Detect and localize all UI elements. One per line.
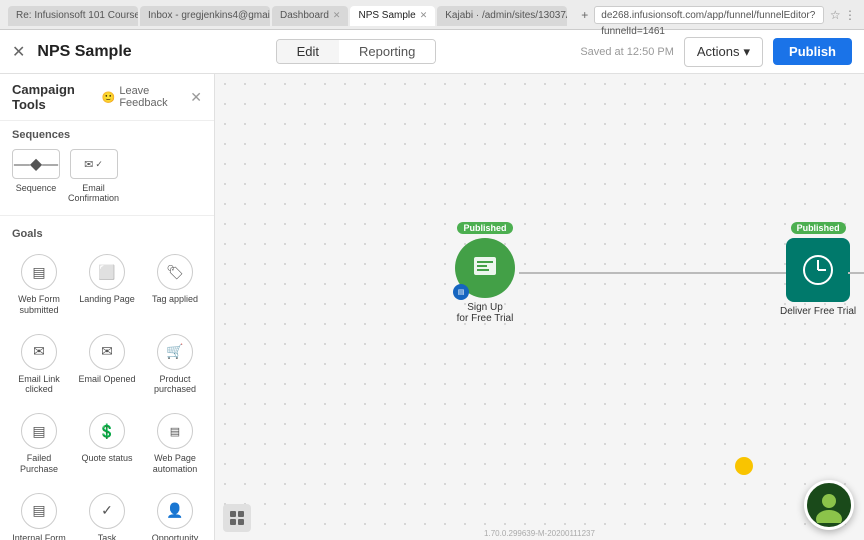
sequence-icon: —◆— bbox=[12, 149, 60, 179]
sidebar-item-task-completed[interactable]: ✓ Task completed bbox=[74, 485, 140, 540]
deliver-circle bbox=[786, 238, 850, 302]
sign-up-badge: Published bbox=[457, 222, 512, 234]
opportunity-stage-icon: 👤 bbox=[157, 493, 193, 529]
app-title: NPS Sample bbox=[37, 43, 131, 61]
product-purchased-label: Product purchased bbox=[146, 374, 204, 396]
sidebar-item-landing-page[interactable]: ⬜ Landing Page bbox=[74, 246, 140, 324]
flow-node-sign-up[interactable]: Published ▤ Sign Upfor Free Trial bbox=[455, 222, 515, 324]
tag-applied-label: Tag applied bbox=[152, 294, 198, 305]
browser-tab-1[interactable]: Re: Infusionsoft 101 Course A... ✕ bbox=[8, 6, 138, 26]
task-completed-icon: ✓ bbox=[89, 493, 125, 529]
canvas-mini-icon[interactable] bbox=[223, 504, 251, 532]
tag-applied-icon: 🏷 bbox=[157, 254, 193, 290]
edit-reporting-tabs: Edit Reporting bbox=[276, 39, 437, 64]
failed-purchase-icon: ▤ bbox=[21, 413, 57, 449]
sidebar-item-quote-status[interactable]: 💲 Quote status bbox=[74, 405, 140, 483]
product-purchased-icon: 🛒 bbox=[157, 334, 193, 370]
landing-page-icon: ⬜ bbox=[89, 254, 125, 290]
email-confirmation-label: EmailConfirmation bbox=[68, 183, 119, 203]
browser-bar: Re: Infusionsoft 101 Course A... ✕ Inbox… bbox=[0, 0, 864, 30]
sidebar-header-left: Campaign Tools bbox=[12, 82, 102, 112]
sign-up-circle: ▤ bbox=[455, 238, 515, 298]
sign-up-sub-icon: ▤ bbox=[453, 284, 469, 300]
browser-tab-4[interactable]: NPS Sample ✕ bbox=[350, 6, 435, 26]
sidebar: Campaign Tools 🙂 Leave Feedback ✕ Sequen… bbox=[0, 74, 215, 540]
header-center: Edit Reporting bbox=[144, 39, 569, 64]
tab-reporting[interactable]: Reporting bbox=[339, 40, 435, 63]
header-right: Saved at 12:50 PM Actions ▾ Publish bbox=[580, 37, 852, 67]
landing-page-label: Landing Page bbox=[79, 294, 135, 305]
sidebar-item-web-page-automation[interactable]: ▤ Web Page automation bbox=[142, 405, 208, 483]
actions-button[interactable]: Actions ▾ bbox=[684, 37, 763, 67]
flow-node-deliver[interactable]: Published Deliver Free Trial bbox=[780, 222, 856, 317]
yellow-indicator-dot[interactable] bbox=[735, 457, 753, 475]
sidebar-item-email-link-clicked[interactable]: ✉ Email Link clicked bbox=[6, 326, 72, 404]
publish-button[interactable]: Publish bbox=[773, 38, 852, 65]
sidebar-item-email-opened[interactable]: ✉ Email Opened bbox=[74, 326, 140, 404]
internal-form-icon: ▤ bbox=[21, 493, 57, 529]
green-avatar[interactable] bbox=[804, 480, 854, 530]
smiley-icon: 🙂 bbox=[102, 91, 116, 104]
email-link-icon: ✉ bbox=[21, 334, 57, 370]
sidebar-item-web-form-submitted[interactable]: ▤ Web Form submitted bbox=[6, 246, 72, 324]
canvas: Published ▤ Sign Upfor Free Trial ▶ Publ… bbox=[215, 74, 864, 540]
web-form-icon: ▤ bbox=[21, 254, 57, 290]
email-confirmation-icon: ✉✓ bbox=[70, 149, 118, 179]
browser-tab-2[interactable]: Inbox - gregjenkins4@gmail.c... ✕ bbox=[140, 6, 270, 26]
sequences-section-label: Sequences bbox=[0, 121, 214, 145]
browser-tab-3[interactable]: Dashboard ✕ bbox=[272, 6, 348, 26]
internal-form-label: Internal Form submitted bbox=[10, 533, 68, 540]
sidebar-item-opportunity-stage-moved[interactable]: 👤 Opportunity Stage moved bbox=[142, 485, 208, 540]
goals-section-label: Goals bbox=[0, 220, 214, 244]
main-content: Campaign Tools 🙂 Leave Feedback ✕ Sequen… bbox=[0, 74, 864, 540]
app-header: ✕ NPS Sample Edit Reporting Saved at 12:… bbox=[0, 30, 864, 74]
version-text: 1.70.0.299639-M-20200111237 bbox=[484, 529, 595, 538]
deliver-badge: Published bbox=[791, 222, 846, 234]
sidebar-header: Campaign Tools 🙂 Leave Feedback ✕ bbox=[0, 74, 214, 121]
chevron-down-icon: ▾ bbox=[744, 44, 751, 60]
quote-status-icon: 💲 bbox=[89, 413, 125, 449]
tab-edit[interactable]: Edit bbox=[277, 40, 339, 63]
sidebar-item-failed-purchase[interactable]: ▤ Failed Purchase bbox=[6, 405, 72, 483]
email-opened-label: Email Opened bbox=[78, 374, 135, 385]
address-bar[interactable]: de268.infusionsoft.com/app/funnel/funnel… bbox=[594, 6, 824, 24]
sidebar-close-icon[interactable]: ✕ bbox=[190, 89, 202, 106]
opportunity-stage-label: Opportunity Stage moved bbox=[146, 533, 204, 540]
sidebar-item-internal-form-submitted[interactable]: ▤ Internal Form submitted bbox=[6, 485, 72, 540]
sidebar-item-email-confirmation[interactable]: ✉✓ EmailConfirmation bbox=[68, 149, 119, 203]
deliver-label: Deliver Free Trial bbox=[780, 306, 856, 317]
browser-tabs: Re: Infusionsoft 101 Course A... ✕ Inbox… bbox=[8, 4, 567, 26]
email-opened-icon: ✉ bbox=[89, 334, 125, 370]
sequences-grid: —◆— Sequence ✉✓ EmailConfirmation bbox=[0, 145, 214, 211]
feedback-button[interactable]: 🙂 Leave Feedback bbox=[102, 85, 191, 109]
web-page-automation-label: Web Page automation bbox=[146, 453, 204, 475]
web-form-label: Web Form submitted bbox=[10, 294, 68, 316]
sidebar-item-sequence[interactable]: —◆— Sequence bbox=[12, 149, 60, 203]
close-icon[interactable]: ✕ bbox=[12, 42, 25, 62]
sidebar-divider-1 bbox=[0, 215, 214, 216]
saved-text: Saved at 12:50 PM bbox=[580, 46, 674, 58]
connector-2: ▶ bbox=[848, 266, 864, 280]
quote-status-label: Quote status bbox=[81, 453, 132, 464]
actions-label: Actions bbox=[697, 44, 740, 59]
email-link-label: Email Link clicked bbox=[10, 374, 68, 396]
sidebar-item-product-purchased[interactable]: 🛒 Product purchased bbox=[142, 326, 208, 404]
failed-purchase-label: Failed Purchase bbox=[10, 453, 68, 475]
task-completed-label: Task completed bbox=[78, 533, 136, 540]
sign-up-label: Sign Upfor Free Trial bbox=[457, 302, 514, 324]
sidebar-title: Campaign Tools bbox=[12, 82, 102, 112]
sequence-label: Sequence bbox=[16, 183, 57, 193]
feedback-label: Leave Feedback bbox=[119, 85, 190, 109]
sidebar-item-tag-applied[interactable]: 🏷 Tag applied bbox=[142, 246, 208, 324]
connector-1: ▶ bbox=[519, 266, 801, 280]
browser-tab-5[interactable]: Kajabi · /admin/sites/13037A/... ✕ bbox=[437, 6, 567, 26]
goals-grid: ▤ Web Form submitted ⬜ Landing Page 🏷 Ta… bbox=[0, 244, 214, 540]
web-page-automation-icon: ▤ bbox=[157, 413, 193, 449]
